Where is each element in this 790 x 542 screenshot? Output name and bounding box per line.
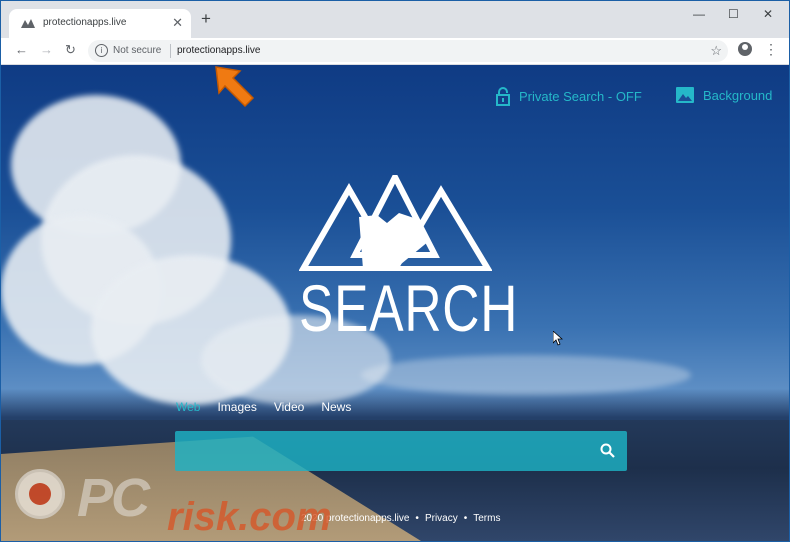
background-button[interactable]: Background [676, 87, 772, 103]
private-search-toggle[interactable]: Private Search - OFF [496, 87, 642, 106]
bookmark-star-icon[interactable]: ☆ [710, 43, 722, 59]
search-icon[interactable] [600, 443, 615, 458]
forward-button[interactable]: → [40, 42, 53, 57]
tab-title: protectionapps.live [43, 17, 127, 28]
new-tab-button[interactable]: + [201, 10, 211, 28]
mountain-favicon-icon [21, 19, 35, 28]
profile-avatar-icon[interactable] [738, 42, 752, 56]
footer: 2020 protectionapps.live • Privacy • Ter… [301, 513, 506, 524]
close-window-button[interactable]: ✕ [763, 7, 773, 21]
cloud [361, 355, 691, 395]
search-logo-text: SEARCH [299, 271, 519, 345]
category-video[interactable]: Video [274, 400, 304, 414]
category-images[interactable]: Images [217, 400, 256, 414]
terms-link[interactable]: Terms [473, 513, 500, 524]
security-label: Not secure [113, 45, 162, 56]
mountains-logo-icon [299, 175, 492, 271]
background-label: Background [703, 87, 773, 103]
minimize-button[interactable]: — [693, 7, 705, 21]
footer-separator: • [463, 513, 468, 524]
tab-close-icon[interactable]: ✕ [172, 15, 183, 31]
lock-icon [496, 87, 510, 106]
page-content: Private Search - OFF Background SEARCH W… [1, 65, 789, 541]
privacy-link[interactable]: Privacy [425, 513, 458, 524]
category-news[interactable]: News [321, 400, 351, 414]
mouse-cursor-icon [553, 331, 563, 346]
browser-window: protectionapps.live ✕ + — ☐ ✕ ← → ↻ i No… [0, 0, 790, 542]
reload-button[interactable]: ↻ [65, 42, 76, 58]
divider [170, 44, 171, 58]
toolbar: ← → ↻ i Not secure protectionapps.live ☆… [1, 38, 789, 65]
category-web[interactable]: Web [176, 400, 200, 414]
search-input[interactable] [185, 441, 589, 463]
tab-strip: protectionapps.live ✕ + — ☐ ✕ [1, 1, 789, 38]
search-box [175, 431, 627, 471]
watermark-text: PC [77, 468, 150, 528]
maximize-button[interactable]: ☐ [728, 7, 739, 21]
menu-dots-icon[interactable]: ⋮ [764, 41, 778, 58]
image-icon [676, 87, 694, 103]
back-button[interactable]: ← [15, 42, 28, 57]
watermark-logo-icon [15, 469, 65, 519]
tab-active[interactable]: protectionapps.live ✕ [9, 9, 191, 38]
search-categories: Web Images Video News [176, 400, 368, 414]
pointer-arrow-icon [215, 66, 255, 108]
address-bar[interactable]: i Not secure protectionapps.live ☆ [88, 40, 728, 62]
url-text[interactable]: protectionapps.live [177, 45, 260, 56]
private-search-label: Private Search - OFF [519, 89, 642, 104]
footer-separator: • [415, 513, 419, 524]
watermark-text: risk.com [167, 495, 332, 539]
info-icon[interactable]: i [95, 44, 108, 57]
